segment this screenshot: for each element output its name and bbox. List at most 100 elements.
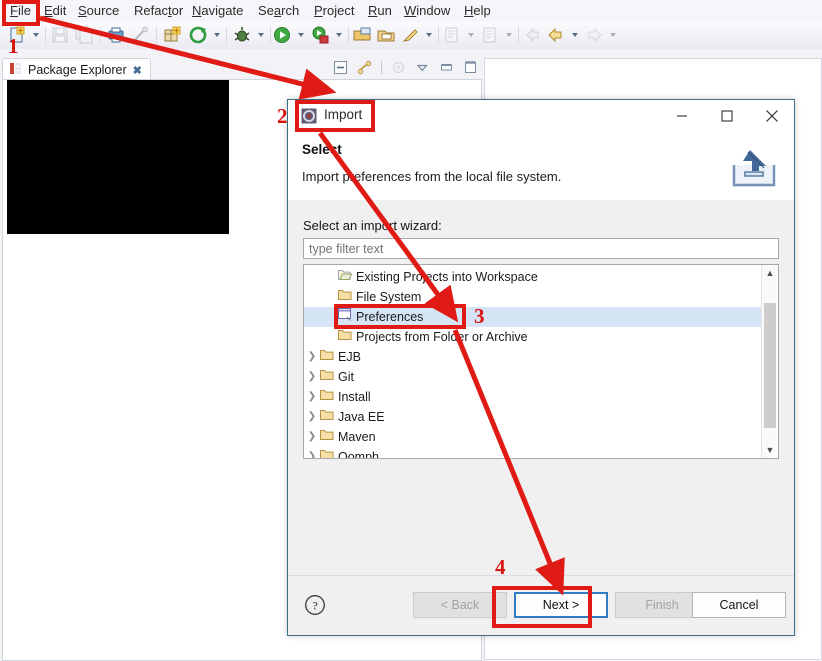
previous-annotation-dropdown-arrow[interactable] (506, 33, 512, 37)
debug-icon[interactable] (232, 25, 252, 46)
close-button[interactable] (749, 100, 794, 131)
link-with-editor-icon[interactable] (357, 60, 372, 75)
help-button[interactable]: ? (304, 594, 326, 616)
annotation-box-next (492, 586, 592, 628)
tree-item-label: Maven (338, 430, 376, 444)
tree-item-oomph[interactable]: ❯ Oomph (304, 447, 778, 459)
folder-icon (320, 427, 338, 447)
package-explorer-content-area (7, 80, 229, 234)
tree-item-projects-from-folder-or-archive[interactable]: Projects from Folder or Archive (304, 327, 778, 347)
save-icon (50, 25, 70, 46)
folder-icon (338, 327, 356, 347)
tree-item-existing-projects-into-workspace[interactable]: Existing Projects into Workspace (304, 267, 778, 287)
tree-item-install[interactable]: ❯ Install (304, 387, 778, 407)
annotation-box-file-menu (2, 0, 40, 26)
close-icon[interactable]: ✖ (133, 64, 142, 77)
scrollbar-thumb[interactable] (764, 303, 776, 428)
minimize-icon[interactable] (439, 60, 454, 75)
toolbar-separator (381, 61, 382, 74)
annotation-box-preferences (334, 304, 466, 329)
chevron-right-icon[interactable]: ❯ (304, 407, 320, 427)
import-banner-icon (728, 147, 780, 191)
scroll-down-icon[interactable]: ▼ (762, 442, 778, 458)
annotation-number-2: 2 (277, 104, 288, 128)
link-icon[interactable] (130, 25, 150, 46)
import-dialog: Import Select Import preferences from th… (287, 99, 795, 636)
tree-item-label: Existing Projects into Workspace (356, 270, 538, 284)
tree-item-java-ee[interactable]: ❯ Java EE (304, 407, 778, 427)
chevron-right-icon[interactable]: ❯ (304, 447, 320, 458)
tab-package-explorer[interactable]: Package Explorer ✖ (2, 58, 151, 81)
maximize-button[interactable] (704, 100, 749, 131)
folder-icon (320, 447, 338, 458)
tree-scrollbar[interactable]: ▲ ▼ (761, 265, 778, 458)
run-server-dropdown-arrow[interactable] (336, 33, 342, 37)
menu-bar: File Edit Source Refactor Navigate Search Proj… (0, 0, 822, 22)
tree-item-maven[interactable]: ❯ Maven (304, 427, 778, 447)
open-type-icon[interactable] (352, 25, 372, 46)
new-wizard-dropdown-arrow[interactable] (33, 33, 39, 37)
collapse-all-icon[interactable] (333, 60, 348, 75)
view-menu-icon[interactable] (415, 60, 430, 75)
menu-item-navigate[interactable]: Navigate (186, 1, 249, 21)
dialog-header: Select Import preferences from the local… (288, 133, 794, 201)
folder-icon (320, 367, 338, 387)
focus-on-active-task-icon[interactable] (391, 60, 406, 75)
annotation-number-4: 4 (495, 555, 506, 579)
menu-item-help[interactable]: Help (458, 1, 497, 21)
previous-annotation-icon (480, 25, 500, 46)
minimize-button[interactable] (659, 100, 704, 131)
refresh-icon[interactable] (188, 25, 208, 46)
tree-item-label: Install (338, 390, 371, 404)
tab-label: Package Explorer (28, 63, 127, 77)
back-icon (522, 25, 542, 46)
tree-rows: Existing Projects into Workspace File Sys… (304, 265, 778, 459)
menu-item-project[interactable]: Project (308, 1, 360, 21)
open-folder-icon (338, 267, 356, 287)
annotation-number-1: 1 (8, 34, 19, 58)
forward-alt-dropdown-arrow[interactable] (610, 33, 616, 37)
folder-icon (320, 347, 338, 367)
tree-item-ejb[interactable]: ❯ EJB (304, 347, 778, 367)
import-wizard-tree[interactable]: Existing Projects into Workspace File Sys… (303, 264, 779, 459)
dialog-body: Select an import wizard: Existing Projec… (288, 200, 794, 575)
print-icon[interactable] (106, 25, 126, 46)
tree-item-git[interactable]: ❯ Git (304, 367, 778, 387)
view-toolbar (333, 60, 478, 75)
annotation-box-dialog-title (295, 100, 375, 132)
scroll-up-icon[interactable]: ▲ (762, 265, 778, 281)
debug-dropdown-arrow[interactable] (258, 33, 264, 37)
menu-item-edit[interactable]: Edit (38, 1, 72, 21)
chevron-right-icon[interactable]: ❯ (304, 367, 320, 387)
menu-item-search[interactable]: Search (252, 1, 305, 21)
next-annotation-icon (442, 25, 462, 46)
menu-item-source[interactable]: Source (72, 1, 125, 21)
forward-icon[interactable] (546, 25, 566, 46)
chevron-right-icon[interactable]: ❯ (304, 347, 320, 367)
open-task-icon[interactable] (376, 25, 396, 46)
new-package-icon[interactable] (162, 25, 182, 46)
filter-input[interactable] (303, 238, 779, 259)
menu-item-refactor[interactable]: Refactor (128, 1, 189, 21)
search-icon[interactable] (400, 25, 420, 46)
folder-icon (320, 407, 338, 427)
chevron-right-icon[interactable]: ❯ (304, 427, 320, 447)
wizard-list-label: Select an import wizard: (303, 218, 442, 233)
menu-item-window[interactable]: Window (398, 1, 456, 21)
run-server-icon[interactable] (310, 25, 330, 46)
menu-item-run[interactable]: Run (362, 1, 398, 21)
cancel-button[interactable]: Cancel (692, 592, 786, 618)
save-all-icon (74, 25, 94, 46)
search-dropdown-arrow[interactable] (426, 33, 432, 37)
run-icon[interactable] (272, 25, 292, 46)
run-dropdown-arrow[interactable] (298, 33, 304, 37)
next-annotation-dropdown-arrow[interactable] (468, 33, 474, 37)
folder-icon (320, 387, 338, 407)
refresh-dropdown-arrow[interactable] (214, 33, 220, 37)
package-explorer-icon (9, 62, 22, 78)
maximize-icon[interactable] (463, 60, 478, 75)
tree-item-label: Oomph (338, 450, 379, 459)
forward-dropdown-arrow[interactable] (572, 33, 578, 37)
chevron-right-icon[interactable]: ❯ (304, 387, 320, 407)
main-toolbar (0, 22, 822, 50)
